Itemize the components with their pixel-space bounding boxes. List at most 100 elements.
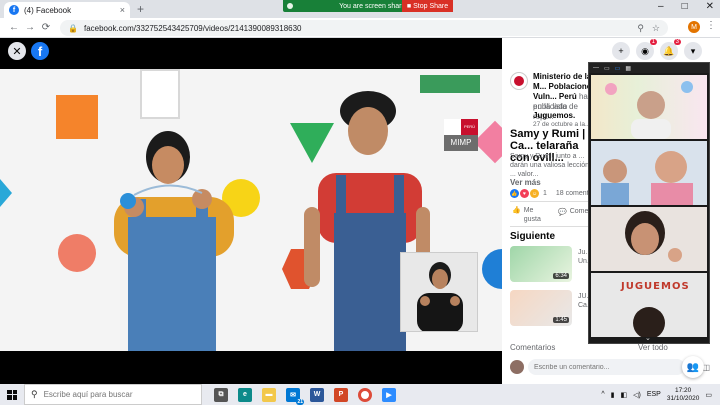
window-controls: – □ ✕ <box>658 1 714 12</box>
reaction-count: 1 <box>543 190 547 197</box>
search-icon[interactable]: ⚲ <box>637 23 644 34</box>
mail-badge: 21 <box>296 398 304 405</box>
zoom-panel-toolbar: — ▭ ▭ ▦ <box>589 63 709 73</box>
bell-badge: 3 <box>673 39 681 45</box>
reload-icon[interactable]: ⟳ <box>38 22 54 33</box>
word-icon[interactable]: W <box>310 387 324 402</box>
battery-icon[interactable]: ▮ <box>611 391 615 399</box>
language-indicator[interactable]: ESP <box>647 391 661 398</box>
mimp-logo: PERÚ MIMP <box>444 119 478 151</box>
stop-share-button[interactable]: ■ Stop Share <box>402 0 453 12</box>
comment-composer: ☺ ◫ <box>510 358 710 376</box>
divider <box>510 226 590 227</box>
browser-tab[interactable]: f (4) Facebook × <box>4 2 130 18</box>
taskbar-search[interactable]: ⚲ <box>24 384 202 405</box>
contacts-button[interactable]: 👥 <box>682 356 704 378</box>
zoom-tile-label: JUGUEMOS <box>621 281 690 292</box>
search-icon: ⚲ <box>31 389 38 399</box>
messenger-badge: 1 <box>649 39 657 45</box>
menu-dots-icon[interactable]: ⋮ <box>706 20 716 31</box>
tab-title: (4) Facebook <box>24 5 72 15</box>
picture-frame-shape <box>140 69 180 119</box>
thumbs-up-icon: 👍 <box>512 207 521 214</box>
clock-time: 17:20 <box>674 386 692 394</box>
next-heading: Siguiente <box>510 231 556 242</box>
sharing-status-icon <box>287 3 293 9</box>
close-icon[interactable]: ✕ <box>8 42 26 60</box>
new-tab-button[interactable]: + <box>137 2 144 16</box>
sign-language-interpreter <box>400 252 478 332</box>
teal-triangle-shape <box>0 179 12 207</box>
shield-icon <box>444 119 461 135</box>
chrome-icon[interactable] <box>358 387 372 402</box>
strip-view-icon[interactable]: ▭ <box>615 65 621 72</box>
chevron-down-icon[interactable]: ⌄ <box>645 334 651 342</box>
stop-icon: ■ <box>406 2 412 10</box>
video-duration: 6:34 <box>553 273 569 279</box>
maximize-icon[interactable]: □ <box>682 1 688 12</box>
minimize-icon[interactable]: — <box>593 65 599 71</box>
speaker-view-icon[interactable]: ▭ <box>604 65 610 72</box>
close-window-icon[interactable]: ✕ <box>706 1 714 12</box>
back-arrow-icon[interactable]: ← <box>6 22 22 33</box>
grid-view-icon[interactable]: ▦ <box>625 65 631 72</box>
forward-arrow-icon[interactable]: → <box>22 22 38 33</box>
bookmark-star-icon[interactable]: ☆ <box>652 23 660 34</box>
browser-toolbar: ← → ⟳ 🔒 facebook.com/332752543425709/vid… <box>0 18 720 38</box>
facebook-favicon-icon: f <box>9 5 19 15</box>
bell-icon[interactable]: 🔔 3 <box>660 39 681 60</box>
like-reaction-icon: 👍 <box>510 189 519 198</box>
facebook-top-icons: + ◉ 1 🔔 3 ▾ <box>612 39 702 60</box>
account-chevron-icon[interactable]: ▾ <box>684 42 702 60</box>
tray-chevron-icon[interactable]: ^ <box>601 391 604 398</box>
page-avatar[interactable] <box>510 72 528 90</box>
plus-icon[interactable]: + <box>612 42 630 60</box>
video-frame: PERÚ MIMP <box>0 69 502 351</box>
lock-icon: 🔒 <box>68 23 78 33</box>
next-video-thumbnail-2[interactable]: 1:45 <box>510 290 572 326</box>
participant-tile-3[interactable] <box>591 207 707 271</box>
like-button[interactable]: 👍 Me gusta <box>512 206 544 224</box>
see-all-link[interactable]: Ver todo <box>638 343 668 352</box>
zoom-icon[interactable]: ▶ <box>382 387 396 402</box>
participant-tile-1[interactable] <box>591 75 707 139</box>
profile-avatar[interactable]: M <box>688 21 700 33</box>
taskbar-search-input[interactable] <box>43 390 194 399</box>
address-bar[interactable]: 🔒 facebook.com/332752543425709/videos/21… <box>60 20 668 36</box>
comments-label: Comentarios <box>510 343 556 352</box>
reactions-row[interactable]: 👍 ♥ ☺ 1 18 comentar... <box>510 189 600 198</box>
taskbar-apps: ⧉ e ▬ ✉ 21 W P ▶ <box>214 387 396 405</box>
task-view-icon[interactable]: ⧉ <box>214 387 228 402</box>
messenger-icon[interactable]: ◉ 1 <box>636 39 657 60</box>
mail-icon[interactable]: ✉ 21 <box>286 387 304 405</box>
volume-icon[interactable]: ◁) <box>633 391 641 399</box>
pink-diamond-shape <box>473 120 502 164</box>
tab-close-icon[interactable]: × <box>120 5 125 15</box>
start-button[interactable] <box>0 384 24 405</box>
comment-input[interactable] <box>528 359 686 375</box>
facebook-logo-icon[interactable]: f <box>31 42 49 60</box>
participant-tile-4[interactable]: JUGUEMOS <box>591 273 707 337</box>
love-reaction-icon: ♥ <box>520 189 529 198</box>
comment-icon: 💬 <box>558 209 567 216</box>
network-icon[interactable]: ◧ <box>620 391 627 399</box>
peru-badge: PERÚ <box>461 119 478 135</box>
minimize-icon[interactable]: – <box>658 1 664 12</box>
host-woman-figure <box>114 131 234 351</box>
clock-date: 31/10/2020 <box>666 394 700 402</box>
divider <box>510 201 590 202</box>
clock[interactable]: 17:20 31/10/2020 <box>667 387 700 403</box>
powerpoint-icon[interactable]: P <box>334 387 348 402</box>
avatar <box>510 360 524 374</box>
file-explorer-icon[interactable]: ▬ <box>262 387 276 402</box>
windows-taskbar: ⚲ ⧉ e ▬ ✉21 W P ▶ ^ ▮ ◧ ◁) ESP 17:20 31/… <box>0 384 720 405</box>
video-player[interactable]: ✕ f PERÚ MIMP <box>0 38 502 384</box>
next-video-thumbnail-1[interactable]: 6:34 <box>510 246 572 282</box>
system-tray: ^ ▮ ◧ ◁) ESP 17:20 31/10/2020 ▭ <box>601 384 712 405</box>
stop-share-label: Stop Share <box>413 2 449 10</box>
participant-tile-2[interactable] <box>591 141 707 205</box>
notifications-icon[interactable]: ▭ <box>705 391 712 399</box>
zoom-gallery-panel[interactable]: — ▭ ▭ ▦ JUGUEMOS ⌄ <box>588 62 710 344</box>
edge-icon[interactable]: e <box>238 387 252 402</box>
see-more-link[interactable]: Ver más <box>510 178 541 187</box>
